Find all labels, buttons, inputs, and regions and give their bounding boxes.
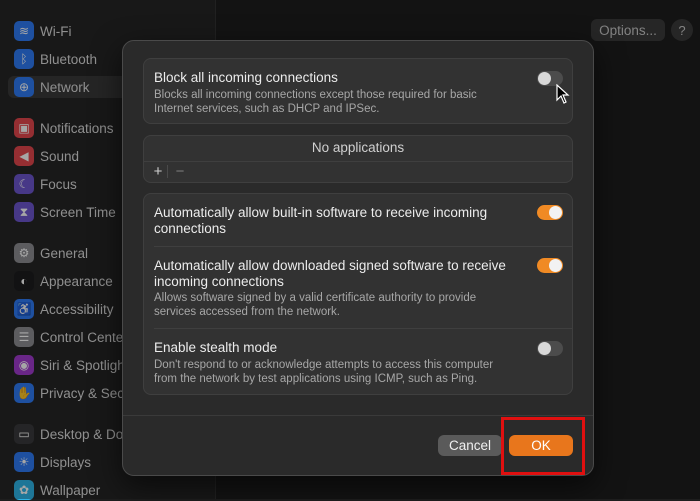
mouse-cursor-icon [556,84,570,104]
block-incoming-panel: Block all incoming connections Blocks al… [143,58,573,124]
highlight-box [501,417,585,475]
stealth-mode-desc-1: Don't respond to or acknowledge attempts… [154,359,494,371]
allow-signed-title-1: Automatically allow downloaded signed so… [154,258,506,273]
remove-application-button[interactable]: − [172,163,188,181]
allow-builtin-title-2: connections [154,221,227,236]
allow-builtin-title-1: Automatically allow built-in software to… [154,205,488,220]
allow-signed-toggle[interactable] [537,258,563,273]
stealth-mode-desc-2: from the network by test applications us… [154,373,478,385]
allow-signed-desc-1: Allows software signed by a valid certif… [154,292,477,304]
list-divider [144,161,572,162]
firewall-options-dialog: Block all incoming connections Blocks al… [122,40,594,476]
block-incoming-desc-2: Internet services, such as DHCP and IPSe… [154,103,380,115]
allow-builtin-toggle[interactable] [537,205,563,220]
row-divider [154,246,572,247]
allow-signed-title-2: incoming connections [154,274,284,289]
stealth-mode-title: Enable stealth mode [154,340,278,355]
row-divider [154,328,572,329]
block-incoming-desc-1: Blocks all incoming connections except t… [154,89,477,101]
applications-list: No applications + − [143,135,573,183]
add-application-button[interactable]: + [150,163,166,181]
block-incoming-title: Block all incoming connections [154,70,338,85]
stealth-mode-toggle[interactable] [537,341,563,356]
no-applications-label: No applications [311,140,405,155]
allow-signed-desc-2: services accessed from the network. [154,306,340,318]
button-separator [167,165,168,178]
dialog-footer-divider [123,415,593,416]
settings-group: Automatically allow built-in software to… [143,193,573,395]
cancel-button[interactable]: Cancel [438,435,502,456]
